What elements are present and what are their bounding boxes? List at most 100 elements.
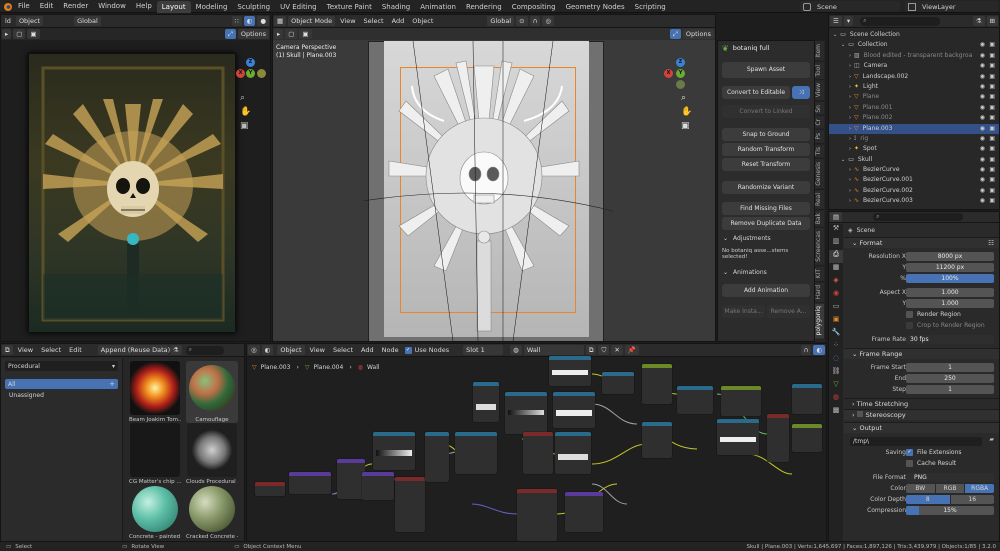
- resolution-pct-field[interactable]: 100%: [906, 274, 994, 283]
- menu-object[interactable]: Object: [408, 15, 437, 28]
- prop-tab-output-icon[interactable]: ⎙: [829, 250, 843, 263]
- add-catalog-icon[interactable]: +: [109, 380, 115, 388]
- render-region-checkbox[interactable]: [906, 311, 913, 318]
- frame-start-field[interactable]: 1: [906, 363, 994, 372]
- outliner-filter-icon[interactable]: ⚗: [972, 16, 985, 26]
- convert-to-editable-button[interactable]: Convert to Editable: [722, 86, 790, 99]
- asset-item[interactable]: Concrete - painted ...: [129, 486, 181, 540]
- prop-tab-physics-icon[interactable]: ◌: [829, 354, 843, 367]
- make-instance-button[interactable]: Make Insta...: [722, 305, 765, 318]
- shader-node[interactable]: [455, 432, 497, 474]
- outliner-expand-icon[interactable]: ›: [849, 188, 851, 194]
- main-camera-icon[interactable]: ▣: [681, 121, 690, 131]
- asset-item[interactable]: Beam Joakim Tom...: [129, 361, 181, 423]
- render-camera-icon[interactable]: ▣: [989, 51, 995, 61]
- prop-tab-view-layer-icon[interactable]: ▦: [829, 263, 843, 276]
- animations-section[interactable]: ⌄ Animations: [718, 266, 814, 278]
- left-mode-label[interactable]: ld: [1, 15, 15, 28]
- outliner-row[interactable]: › ▽ Plane.001 ◉ ▣: [829, 103, 999, 113]
- outliner-row[interactable]: › ⟟ rig ◉ ▣: [829, 134, 999, 144]
- folder-icon[interactable]: ▰: [989, 436, 994, 443]
- cache-result-toggle[interactable]: Cache Result: [906, 460, 956, 467]
- shader-node[interactable]: [553, 392, 595, 428]
- shader-node[interactable]: [677, 386, 713, 414]
- file-format-dropdown[interactable]: PNG: [906, 473, 994, 482]
- npanel-tab-bak[interactable]: Bak: [815, 208, 824, 227]
- catalog-unassigned[interactable]: Unassigned: [9, 391, 118, 401]
- file-extensions-toggle[interactable]: ✓ File Extensions: [906, 449, 962, 456]
- outliner-expand-icon[interactable]: ⌄: [841, 157, 845, 163]
- render-camera-icon[interactable]: ▣: [989, 72, 995, 82]
- npanel-tab-hard[interactable]: Hard: [815, 281, 824, 303]
- resolution-x-field[interactable]: 8000 px: [906, 252, 994, 261]
- menu-help[interactable]: Help: [131, 0, 157, 13]
- shader-node[interactable]: [555, 432, 591, 474]
- properties-search-input[interactable]: ⌕: [873, 213, 964, 221]
- menu-file[interactable]: File: [13, 0, 35, 13]
- outliner-expand-icon[interactable]: ›: [849, 84, 851, 90]
- visibility-eye-icon[interactable]: ◉: [980, 165, 985, 175]
- main-gizmo-y-icon[interactable]: Y: [676, 69, 685, 78]
- prop-tab-collection-icon[interactable]: ▭: [829, 302, 843, 315]
- compression-slider[interactable]: 15%: [906, 506, 994, 515]
- visibility-eye-icon[interactable]: ◉: [980, 144, 985, 154]
- render-camera-icon[interactable]: ▣: [989, 155, 995, 165]
- shader-node[interactable]: [473, 382, 499, 422]
- gizmo-neg-icon[interactable]: [257, 69, 266, 78]
- outliner-expand-icon[interactable]: ›: [849, 94, 851, 100]
- visibility-eye-icon[interactable]: ◉: [980, 51, 985, 61]
- main-transform-icon[interactable]: ⤢: [669, 29, 681, 39]
- visibility-eye-icon[interactable]: ◉: [980, 175, 985, 185]
- gizmo-x-icon[interactable]: X: [236, 69, 245, 78]
- random-transform-button[interactable]: Random Transform: [722, 143, 810, 156]
- tab-geometry-nodes[interactable]: Geometry Nodes: [561, 1, 630, 13]
- transform-orientation-dropdown[interactable]: Global: [487, 16, 515, 26]
- shader-node[interactable]: [642, 364, 672, 404]
- visibility-eye-icon[interactable]: ◉: [980, 82, 985, 92]
- shader-node[interactable]: [721, 386, 761, 416]
- left-overlay-icon[interactable]: ◐: [243, 16, 256, 26]
- new-collection-icon[interactable]: ⊞: [986, 16, 998, 26]
- shader-node[interactable]: [523, 432, 553, 474]
- color-rgba-option[interactable]: RGBA: [965, 484, 995, 493]
- tab-texture-paint[interactable]: Texture Paint: [322, 1, 377, 13]
- import-mode-dropdown[interactable]: Append (Reuse Data): [97, 345, 170, 355]
- npanel-tab-real[interactable]: Real: [815, 188, 824, 209]
- format-preset-icon[interactable]: ☷: [988, 238, 994, 249]
- frame-range-section-header[interactable]: ⌄ Frame Range: [844, 348, 999, 359]
- prop-tab-texture-icon[interactable]: ▩: [829, 406, 843, 419]
- npanel-tab-screencast[interactable]: Screencas: [815, 226, 824, 265]
- depth-16-option[interactable]: 16: [950, 495, 994, 504]
- asset-item[interactable]: Camouflage: [186, 361, 238, 423]
- prop-tab-data-icon[interactable]: ▽: [829, 380, 843, 393]
- editor-type-icon[interactable]: ▦: [274, 16, 287, 26]
- library-selector[interactable]: Procedural ▾: [5, 361, 118, 371]
- botaniq-panel-header[interactable]: ❦ botaniq full: [718, 41, 814, 55]
- frame-step-field[interactable]: 1: [906, 385, 994, 394]
- outliner-row[interactable]: › ▽ Plane.002 ◉ ▣: [829, 113, 999, 123]
- asset-menu-select[interactable]: Select: [37, 344, 65, 357]
- outliner-row[interactable]: › ◫ Camera ◉ ▣: [829, 61, 999, 71]
- menu-add[interactable]: Add: [388, 15, 409, 28]
- tab-uv-editing[interactable]: UV Editing: [275, 1, 322, 13]
- shader-node[interactable]: [549, 356, 591, 386]
- npanel-tab-polygoniq[interactable]: polygoniq: [815, 302, 824, 339]
- asset-editor-icon[interactable]: ⧉: [2, 345, 13, 355]
- prop-tab-scene-icon[interactable]: ◈: [829, 276, 843, 289]
- menu-window[interactable]: Window: [93, 0, 131, 13]
- format-section-header[interactable]: ⌄ Format ☷: [844, 237, 999, 249]
- render-camera-icon[interactable]: ▣: [989, 103, 995, 113]
- time-stretching-section-header[interactable]: › Time Stretching: [844, 398, 999, 409]
- outliner-row[interactable]: › ∿ BezierCurve.001 ◉ ▣: [829, 175, 999, 185]
- npanel-tab-ps[interactable]: Ps: [815, 128, 824, 143]
- tab-layout[interactable]: Layout: [156, 0, 191, 13]
- visibility-eye-icon[interactable]: ◉: [980, 155, 985, 165]
- file-extensions-checkbox[interactable]: ✓: [906, 449, 913, 456]
- outliner-expand-icon[interactable]: ›: [849, 126, 851, 132]
- left-shading-icon[interactable]: ●: [257, 16, 269, 26]
- left-viewport[interactable]: ld Object Global ∷ ◐ ● ▸ ▢ ▣ ⤢ Options Z…: [0, 14, 271, 342]
- blender-logo-icon[interactable]: [0, 0, 13, 13]
- output-path-field[interactable]: /tmp\: [850, 437, 982, 446]
- shader-node[interactable]: [395, 477, 425, 532]
- outliner-expand-icon[interactable]: ›: [849, 63, 851, 69]
